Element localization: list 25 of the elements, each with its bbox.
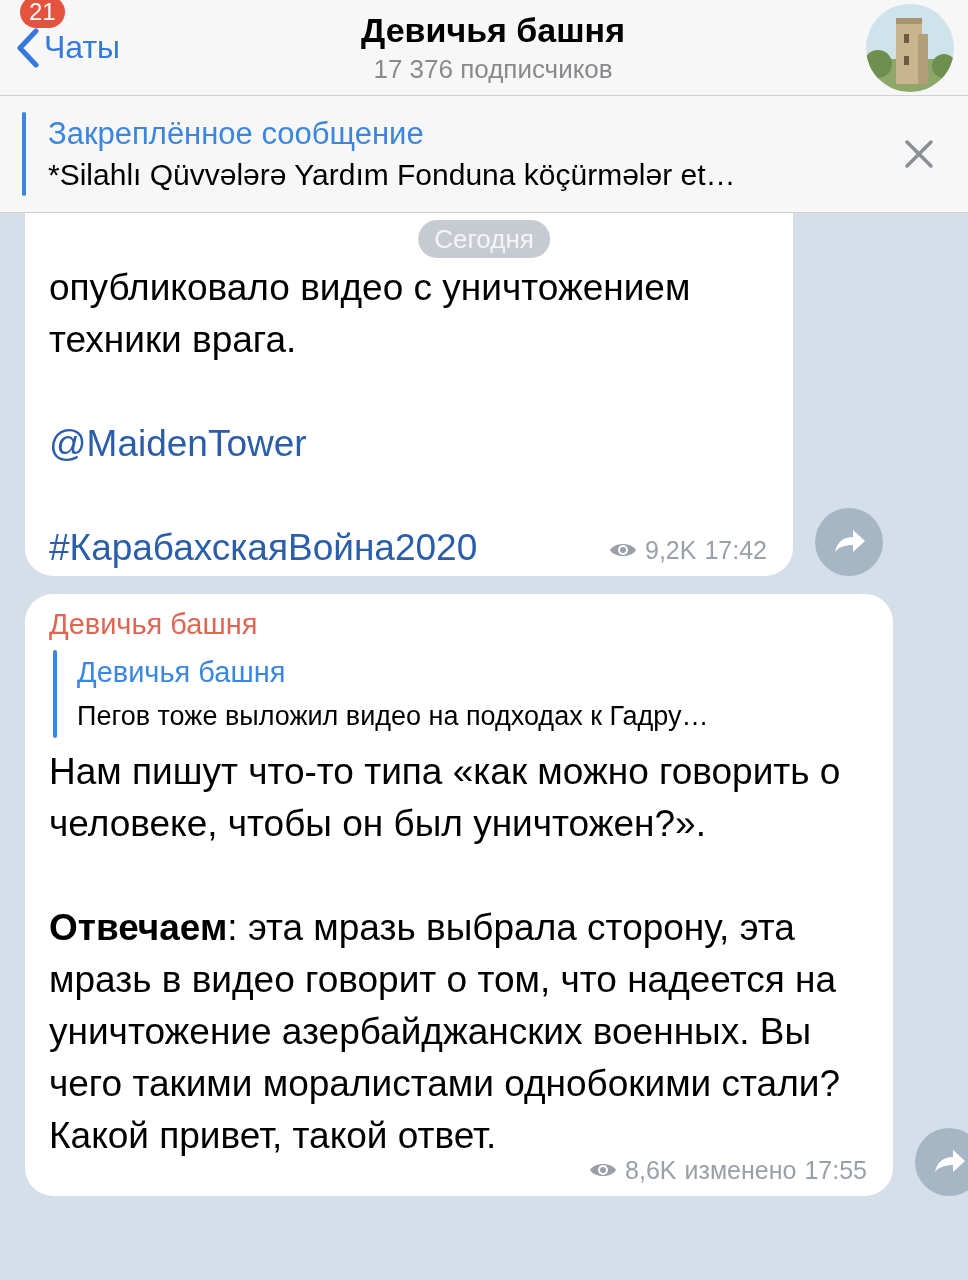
message-text: опубликовало видео с уничтожением техники врага. — [49, 266, 692, 362]
channel-title: Девичья башня — [361, 10, 625, 50]
link[interactable]: #КарабахскаяВойна2020 — [49, 522, 478, 574]
pinned-title[interactable]: Закреплённое сообщение — [48, 116, 904, 152]
message-text: Отвечаем: эта мразь выбрала сторону, эта мразь в видео говорит о том, что надеется на уничтожение азербайджанских военных. Вы чего такими моралистами однобокими стали? Какой привет, такой ответ. — [49, 906, 841, 1158]
reply-author[interactable]: Девичья башня — [77, 650, 709, 694]
message-time: 17:42 — [704, 535, 767, 566]
view-count: 9,2K — [645, 535, 697, 566]
unread-badge: 21 — [20, 0, 65, 28]
eye-icon — [589, 1161, 618, 1179]
subscriber-count: 17 376 подписчиков — [373, 53, 613, 85]
share-button[interactable] — [815, 508, 883, 576]
sender-name: Девичья башня — [49, 607, 259, 642]
eye-icon — [609, 541, 637, 559]
message-text: Нам пишут что-то типа «как можно говорить о человеке, чтобы он был уничтожен?». — [49, 750, 842, 846]
reply-text[interactable]: Пегов тоже выложил видео на подходах к Гадру… — [77, 694, 709, 738]
share-button[interactable] — [915, 1128, 968, 1196]
close-icon[interactable] — [904, 139, 934, 169]
message-time: 17:55 — [804, 1155, 867, 1186]
pinned-text[interactable]: *Silahlı Qüvvələrə Yardım Fonduna köçürmələr et… — [48, 158, 904, 192]
chevron-left-icon — [16, 27, 40, 68]
edited-label: изменено — [684, 1155, 797, 1186]
link[interactable]: @MaidenTower — [49, 418, 307, 470]
view-count: 8,6K — [625, 1155, 677, 1186]
back-button[interactable]: Чаты — [16, 27, 121, 68]
